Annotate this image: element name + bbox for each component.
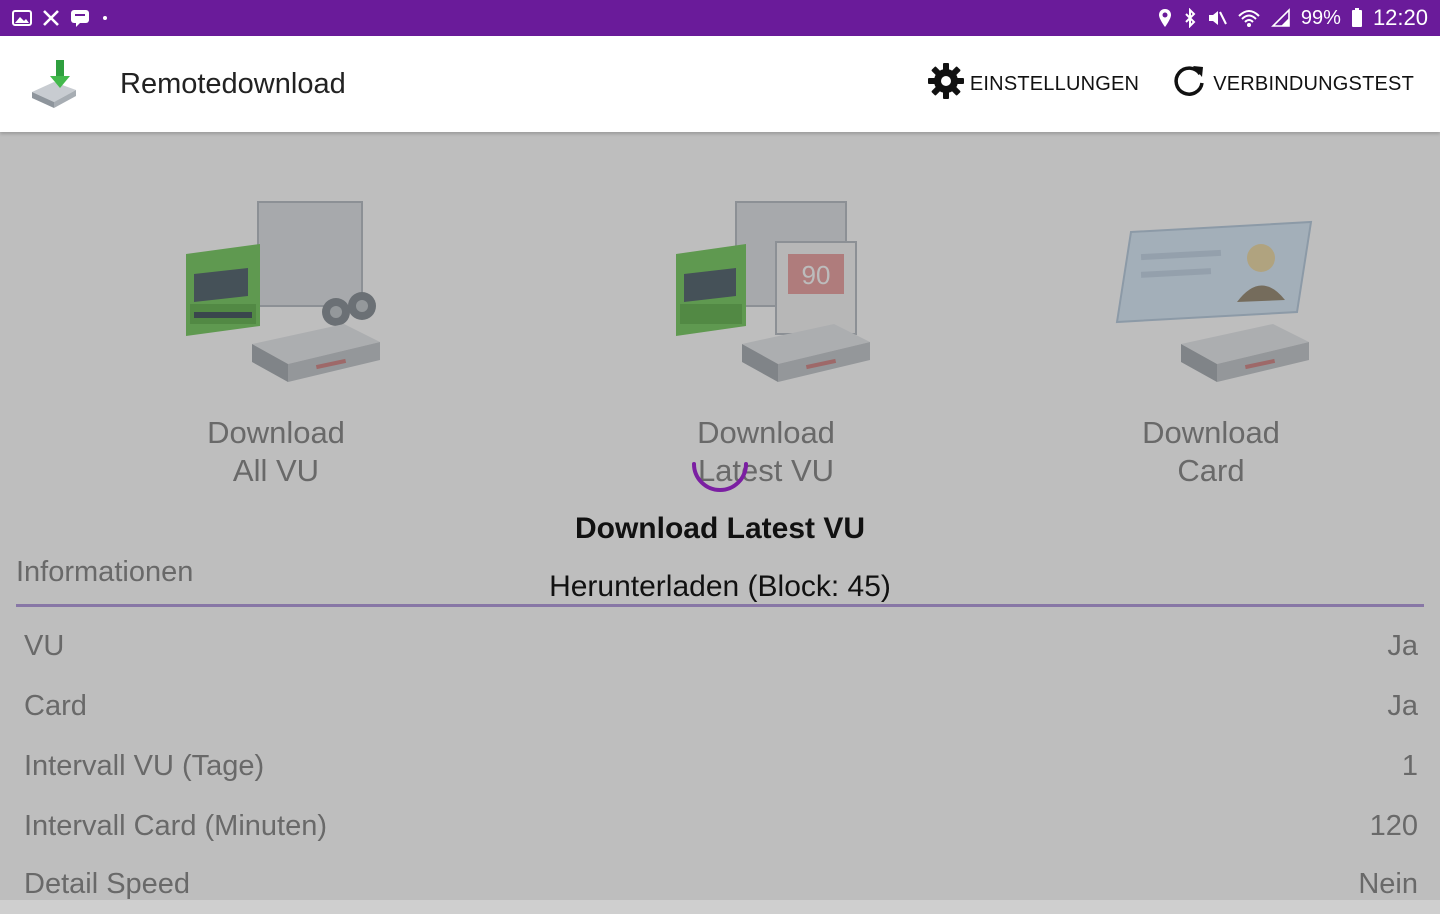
clock: 12:20 <box>1372 5 1428 30</box>
dot-icon <box>102 15 108 21</box>
app-toolbar: Remotedownload EINSTELLUNGEN VERBINDUNGS… <box>0 36 1440 132</box>
battery-percent: 99% <box>1300 6 1341 29</box>
wifi-icon <box>1237 8 1261 28</box>
status-bar-system: 99% 12:20 <box>1157 5 1428 31</box>
gear-icon <box>926 61 966 107</box>
settings-label: EINSTELLUNGEN <box>969 72 1140 95</box>
progress-dialog: Download Latest VU Herunterladen (Block:… <box>440 420 1000 620</box>
location-icon <box>1157 8 1173 28</box>
mute-icon <box>1207 8 1227 28</box>
gallery-icon <box>12 9 32 27</box>
signal-icon <box>1270 8 1291 28</box>
loading-spinner-icon <box>692 462 748 492</box>
refresh-icon <box>1169 61 1209 107</box>
download-logo-icon <box>26 56 82 112</box>
battery-icon <box>1351 8 1363 28</box>
status-bar-notifications <box>12 8 108 28</box>
settings-button[interactable]: EINSTELLUNGEN <box>926 61 1139 107</box>
status-bar: 99% 12:20 <box>0 0 1440 36</box>
x-app-icon <box>42 9 60 27</box>
app-title: Remotedownload <box>120 67 346 100</box>
bluetooth-icon <box>1183 8 1197 28</box>
chat-icon <box>70 8 92 28</box>
connection-test-label: VERBINDUNGSTEST <box>1213 72 1414 95</box>
dialog-message: Herunterladen (Block: 45) <box>549 570 891 603</box>
connection-test-button[interactable]: VERBINDUNGSTEST <box>1169 61 1414 107</box>
dialog-title: Download Latest VU <box>574 512 866 545</box>
